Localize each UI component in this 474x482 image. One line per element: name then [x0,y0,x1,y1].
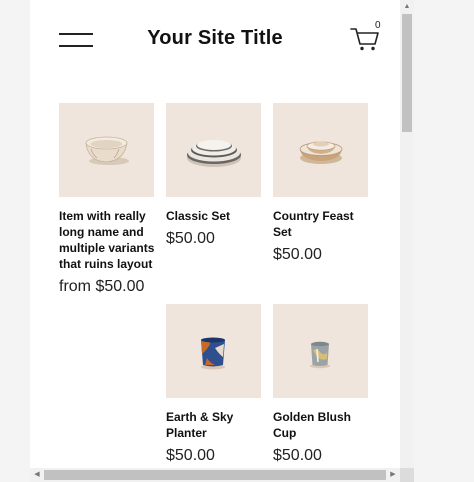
horizontal-scroll-thumb[interactable] [44,470,386,480]
product-card[interactable]: Earth & Sky Planter $50.00 [166,304,262,465]
gray-cup-image [310,341,330,369]
scroll-right-arrow-icon[interactable]: ▶ [386,468,400,482]
vertical-scrollbar[interactable]: ▲ [400,0,414,468]
product-price: $50.00 [273,447,322,464]
site-title[interactable]: Your Site Title [30,27,400,50]
vertical-scroll-thumb[interactable] [402,14,412,132]
stacked-plates-image [187,140,241,167]
site-header: Your Site Title 0 [30,0,400,80]
product-image[interactable] [273,304,368,398]
blue-orange-planter-image [201,337,225,370]
product-card[interactable]: Country Feast Set $50.00 [273,103,369,264]
cream-bowl-image [85,136,129,165]
scrollbar-corner [400,468,414,482]
product-name[interactable]: Golden Blush Cup [273,409,369,441]
product-name[interactable]: Earth & Sky Planter [166,409,262,441]
browser-viewport: Your Site Title 0 Item with really long … [30,0,400,468]
scroll-left-arrow-icon[interactable]: ◀ [30,468,44,482]
product-name[interactable]: Item with really long name and multiple … [59,208,155,272]
product-price: from $50.00 [59,278,145,295]
product-card[interactable]: Classic Set $50.00 [166,103,262,248]
product-image[interactable] [59,103,154,197]
product-image[interactable] [273,103,368,197]
horizontal-scrollbar[interactable]: ◀ ▶ [30,468,400,482]
product-price: $50.00 [273,246,322,263]
product-name[interactable]: Classic Set [166,208,262,224]
stacked-bowls-image [299,141,343,164]
product-price: $50.00 [166,447,215,464]
product-price: $50.00 [166,230,215,247]
product-card[interactable]: Item with really long name and multiple … [59,103,155,296]
product-card[interactable]: Golden Blush Cup $50.00 [273,304,369,465]
product-name[interactable]: Country Feast Set [273,208,369,240]
cart-count-badge: 0 [375,20,381,31]
product-image[interactable] [166,103,261,197]
product-image[interactable] [166,304,261,398]
scroll-up-arrow-icon[interactable]: ▲ [400,0,414,14]
